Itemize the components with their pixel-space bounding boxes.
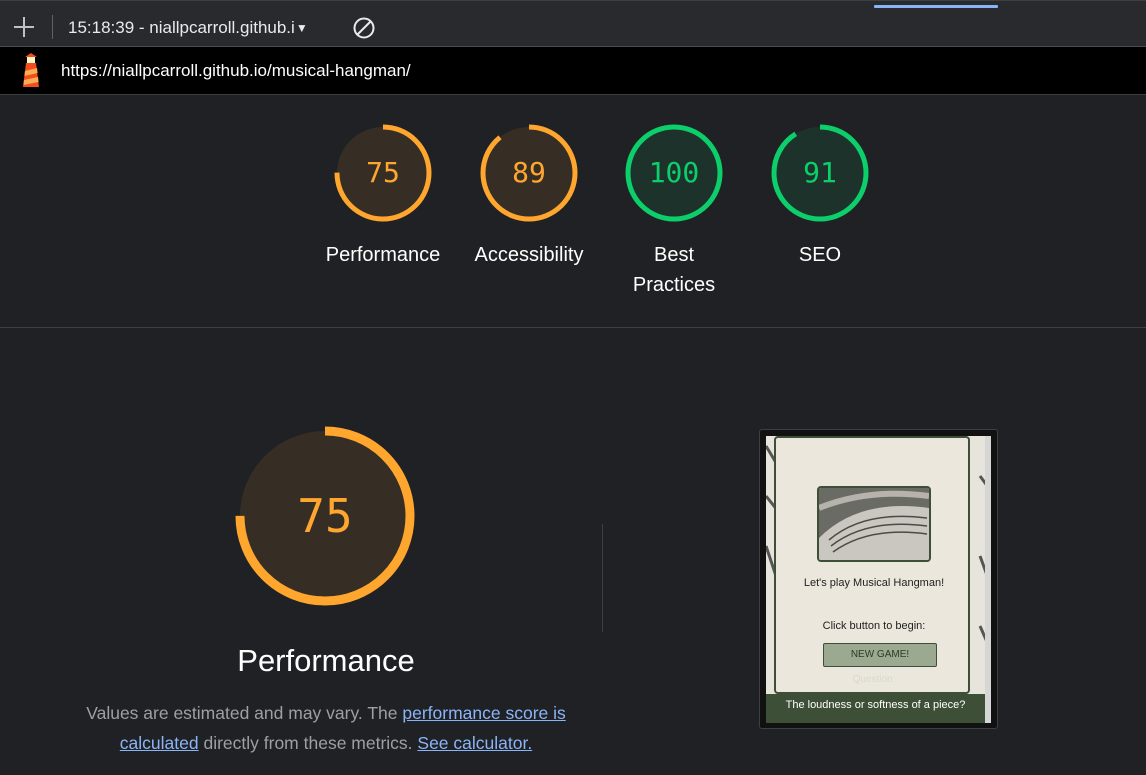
desc-text-1: Values are estimated and may vary. The: [86, 703, 403, 723]
final-screenshot-thumbnail[interactable]: Let's play Musical Hangman! Click button…: [759, 429, 998, 729]
chevron-down-icon: ▼: [295, 21, 308, 35]
screenshot-image: Let's play Musical Hangman! Click button…: [766, 436, 991, 723]
new-report-plus-icon[interactable]: [13, 16, 35, 38]
gauge-seo[interactable]: 91 SEO: [750, 124, 890, 270]
question-footer: The loudness or softness of a piece?: [766, 694, 985, 723]
report-selector[interactable]: 15:18:39 - niallpcarroll.github.i ▼: [68, 17, 308, 39]
begin-text: Click button to begin:: [822, 620, 926, 632]
performance-score: 75: [297, 489, 353, 543]
devtools-toolbar: 15:18:39 - niallpcarroll.github.i ▼: [0, 0, 1146, 47]
gauge-accessibility[interactable]: 89 Accessibility: [459, 124, 599, 270]
desc-text-2: directly from these metrics.: [198, 733, 418, 753]
welcome-text: Let's play Musical Hangman!: [803, 577, 945, 589]
audited-url[interactable]: https://niallpcarroll.github.io/musical-…: [61, 61, 411, 81]
gauge-best-practices[interactable]: 100 Best Practices: [604, 124, 744, 300]
see-calculator-link[interactable]: See calculator.: [417, 733, 532, 753]
toolbar-separator: [52, 15, 53, 39]
clear-block-icon[interactable]: [352, 16, 376, 40]
question-label: Question:: [852, 674, 896, 685]
gauge-performance[interactable]: 75 Performance: [313, 124, 453, 270]
gauge-label: SEO: [798, 244, 842, 266]
score-gauges: 75 Performance 89 Accessibility 100 Best…: [0, 96, 1146, 328]
performance-title: Performance: [237, 643, 415, 678]
scrollbar: [985, 436, 991, 723]
game-card: Let's play Musical Hangman! Click button…: [774, 436, 970, 694]
gauge-score: 89: [512, 156, 546, 189]
lighthouse-logo-icon: [23, 53, 39, 87]
sheet-music-photo: [817, 486, 931, 562]
report-selector-label: 15:18:39 - niallpcarroll.github.i: [68, 18, 295, 37]
gauge-label: Performance: [325, 244, 441, 266]
section-divider: [602, 524, 603, 632]
url-bar: https://niallpcarroll.github.io/musical-…: [0, 47, 1146, 95]
gauge-score: 100: [648, 156, 700, 189]
gauge-score: 91: [803, 156, 837, 189]
gauge-score: 75: [366, 156, 400, 189]
active-tab-indicator: [874, 5, 998, 8]
performance-description: Values are estimated and may vary. The p…: [76, 698, 576, 758]
gauge-label: Accessibility: [474, 244, 584, 266]
gauge-label: Best Practices: [632, 244, 716, 296]
new-game-button: NEW GAME!: [823, 643, 937, 667]
